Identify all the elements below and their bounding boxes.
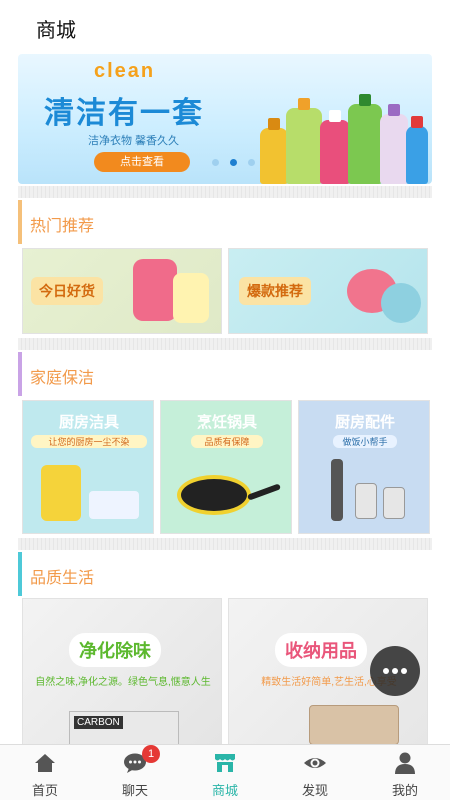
tab-discover[interactable]: 发现	[270, 745, 360, 800]
person-icon	[395, 752, 415, 774]
card-subtitle: 自然之味,净化之源。绿色气息,惬意人生	[35, 677, 211, 688]
card-subtitle: 品质有保障	[191, 435, 263, 448]
section-title-quality-life: 品质生活	[18, 552, 432, 596]
carousel-dot[interactable]	[212, 159, 219, 166]
home-icon	[35, 754, 55, 772]
tab-label: 发现	[301, 783, 328, 798]
tab-store[interactable]: 商城	[180, 745, 270, 800]
banner-subtitle: 洁净衣物 馨香久久	[88, 135, 180, 147]
divider	[18, 338, 432, 350]
category-card-kitchen-cleaners[interactable]: 厨房洁具 让您的厨房一尘不染	[22, 400, 154, 534]
promo-card-hot-items[interactable]: 爆款推荐	[228, 248, 428, 334]
tab-label: 我的	[391, 783, 418, 798]
unread-badge: 1	[142, 745, 160, 763]
banner-cta-button[interactable]: 点击查看	[94, 152, 190, 172]
product-image	[355, 483, 377, 519]
divider	[18, 538, 432, 550]
product-image	[383, 487, 405, 519]
tab-label: 首页	[31, 783, 58, 798]
section-title-hot: 热门推荐	[18, 200, 432, 244]
product-image	[41, 465, 81, 521]
card-label: 烹饪锅具	[196, 414, 257, 431]
product-image	[133, 259, 177, 321]
banner-brand-text: clean	[94, 60, 156, 82]
category-card-air-purify[interactable]: 净化除味 自然之味,净化之源。绿色气息,惬意人生 CARBON	[22, 598, 222, 744]
eye-icon	[304, 758, 326, 768]
product-image	[177, 475, 251, 515]
product-box-text: CARBON	[74, 716, 123, 729]
category-card-kitchen-accessories[interactable]: 厨房配件 做饭小帮手	[298, 400, 430, 534]
carousel-dot-active[interactable]	[230, 159, 237, 166]
card-label: 厨房配件	[334, 414, 395, 431]
section-title-text: 家庭保洁	[30, 370, 95, 387]
section-title-home-cleaning: 家庭保洁	[18, 352, 432, 396]
floating-more-button[interactable]	[370, 646, 420, 696]
card-label: 厨房洁具	[58, 414, 119, 431]
card-label: 净化除味	[69, 633, 161, 667]
product-image	[331, 459, 343, 521]
category-card-cookware[interactable]: 烹饪锅具 品质有保障	[160, 400, 292, 534]
section-accent-bar	[18, 352, 22, 396]
card-label: 今日好货	[31, 277, 103, 305]
tab-profile[interactable]: 我的	[360, 745, 450, 800]
app-header: 商城	[0, 0, 450, 54]
page-title: 商城	[36, 20, 76, 42]
tab-chat[interactable]: 1 聊天	[90, 745, 180, 800]
product-image	[89, 491, 139, 519]
card-subtitle: 让您的厨房一尘不染	[31, 435, 147, 448]
product-image	[246, 483, 282, 501]
product-image	[309, 705, 399, 744]
section-title-text: 热门推荐	[30, 218, 95, 235]
tab-home[interactable]: 首页	[0, 745, 90, 800]
store-scroll-area[interactable]: clean 清洁有一套 洁净衣物 馨香久久 点击查看 热门推荐 今日好货 爆款推…	[0, 54, 450, 744]
product-image	[381, 283, 421, 323]
card-label: 收纳用品	[275, 633, 367, 667]
tab-label: 聊天	[121, 783, 148, 798]
store-icon	[215, 754, 235, 772]
promo-card-today-deals[interactable]: 今日好货	[22, 248, 222, 334]
carousel-dot[interactable]	[248, 159, 255, 166]
product-image	[173, 273, 209, 323]
tab-label: 商城	[211, 783, 238, 798]
card-subtitle: 做饭小帮手	[333, 435, 397, 448]
divider	[18, 186, 432, 198]
section-title-text: 品质生活	[30, 570, 95, 587]
product-image: CARBON	[69, 711, 179, 744]
section-accent-bar	[18, 552, 22, 596]
card-label: 爆款推荐	[239, 277, 311, 305]
bottom-nav-bar: 首页 1 聊天 商城 发现 我的	[0, 744, 450, 800]
promo-banner[interactable]: clean 清洁有一套 洁净衣物 馨香久久 点击查看	[18, 54, 432, 184]
section-accent-bar	[18, 200, 22, 244]
banner-headline: 清洁有一套	[44, 97, 204, 130]
